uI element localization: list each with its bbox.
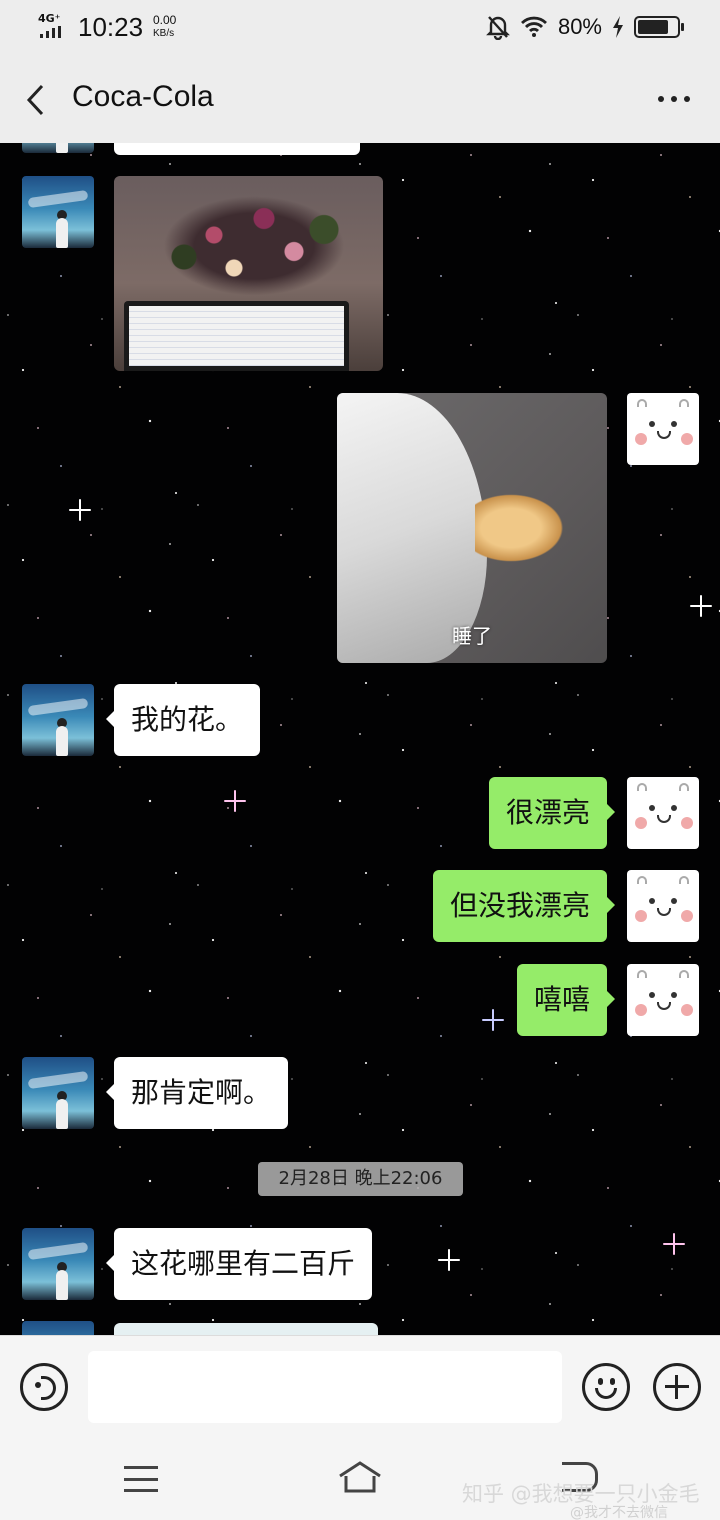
voice-icon[interactable]: [20, 1363, 68, 1411]
battery-percent: 80%: [557, 14, 602, 39]
self-avatar[interactable]: [627, 393, 699, 465]
network-type: 4G⁺: [38, 12, 61, 25]
message-bubble[interactable]: 我的花。: [105, 684, 261, 756]
chat-area[interactable]: 睡了 我的花。 很漂亮 但没我漂亮 嘻嘻 那肯定啊。 2月28日 晚上22:06…: [0, 143, 720, 1335]
status-bar: 4G⁺ 10:23 0.00 KB/s 80%: [0, 0, 720, 56]
chat-title: Coca-Cola: [72, 80, 214, 113]
home-icon[interactable]: [336, 1460, 384, 1496]
star-decoration: [663, 1233, 685, 1255]
cat-image: [475, 493, 565, 563]
message-bubble[interactable]: 这花哪里有二百斤: [105, 1228, 373, 1300]
image-caption: 睡了: [452, 624, 492, 648]
clock: 10:23: [78, 12, 144, 42]
message-bubble[interactable]: 那肯定啊。: [105, 1057, 289, 1129]
message-bubble[interactable]: 很漂亮: [488, 777, 616, 849]
message-bubble-partial[interactable]: [114, 143, 360, 155]
contact-avatar[interactable]: [22, 1057, 94, 1129]
flowers-image: [154, 191, 354, 301]
star-decoration: [690, 595, 712, 617]
message-bubble[interactable]: 但没我漂亮: [432, 870, 616, 942]
speed-unit: KB/s: [153, 28, 175, 39]
status-right: 80%: [486, 14, 684, 40]
contact-avatar[interactable]: [22, 684, 94, 756]
image-message-flowers[interactable]: [114, 176, 383, 371]
mute-bell-icon: [486, 16, 510, 40]
message-input[interactable]: [88, 1351, 562, 1423]
menu-icon[interactable]: [124, 1466, 158, 1492]
self-avatar[interactable]: [627, 964, 699, 1036]
star-decoration: [69, 499, 91, 521]
more-dots-icon[interactable]: [658, 96, 690, 102]
wifi-icon: [520, 16, 547, 37]
signal-icon: [40, 26, 61, 38]
contact-avatar[interactable]: [22, 1321, 94, 1335]
message-bubble-partial[interactable]: [114, 1323, 378, 1335]
contact-avatar[interactable]: [22, 1228, 94, 1300]
image-message-cat[interactable]: 睡了: [337, 393, 607, 663]
contact-avatar[interactable]: [22, 143, 94, 153]
self-avatar[interactable]: [627, 870, 699, 942]
message-timestamp: 2月28日 晚上22:06: [258, 1162, 463, 1196]
emoji-icon[interactable]: [582, 1363, 630, 1411]
system-nav-bar: 知乎 @我想要一只小金毛 @我才不去微信: [0, 1440, 720, 1520]
watermark-weibo: @我才不去微信: [570, 1505, 668, 1520]
plus-icon[interactable]: [653, 1363, 701, 1411]
star-decoration: [224, 790, 246, 812]
input-bar: [0, 1335, 720, 1440]
self-avatar[interactable]: [627, 777, 699, 849]
message-bubble[interactable]: 嘻嘻: [516, 964, 616, 1036]
charging-icon: [613, 16, 623, 38]
chevron-left-icon[interactable]: [22, 82, 52, 118]
contact-avatar[interactable]: [22, 176, 94, 248]
speed-value: 0.00: [153, 13, 177, 27]
laptop-image: [124, 301, 349, 371]
chat-header: Coca-Cola: [0, 56, 720, 143]
battery-icon: [634, 16, 684, 38]
network-speed: 0.00 KB/s: [153, 14, 176, 40]
star-decoration: [482, 1009, 504, 1031]
star-decoration: [438, 1249, 460, 1271]
